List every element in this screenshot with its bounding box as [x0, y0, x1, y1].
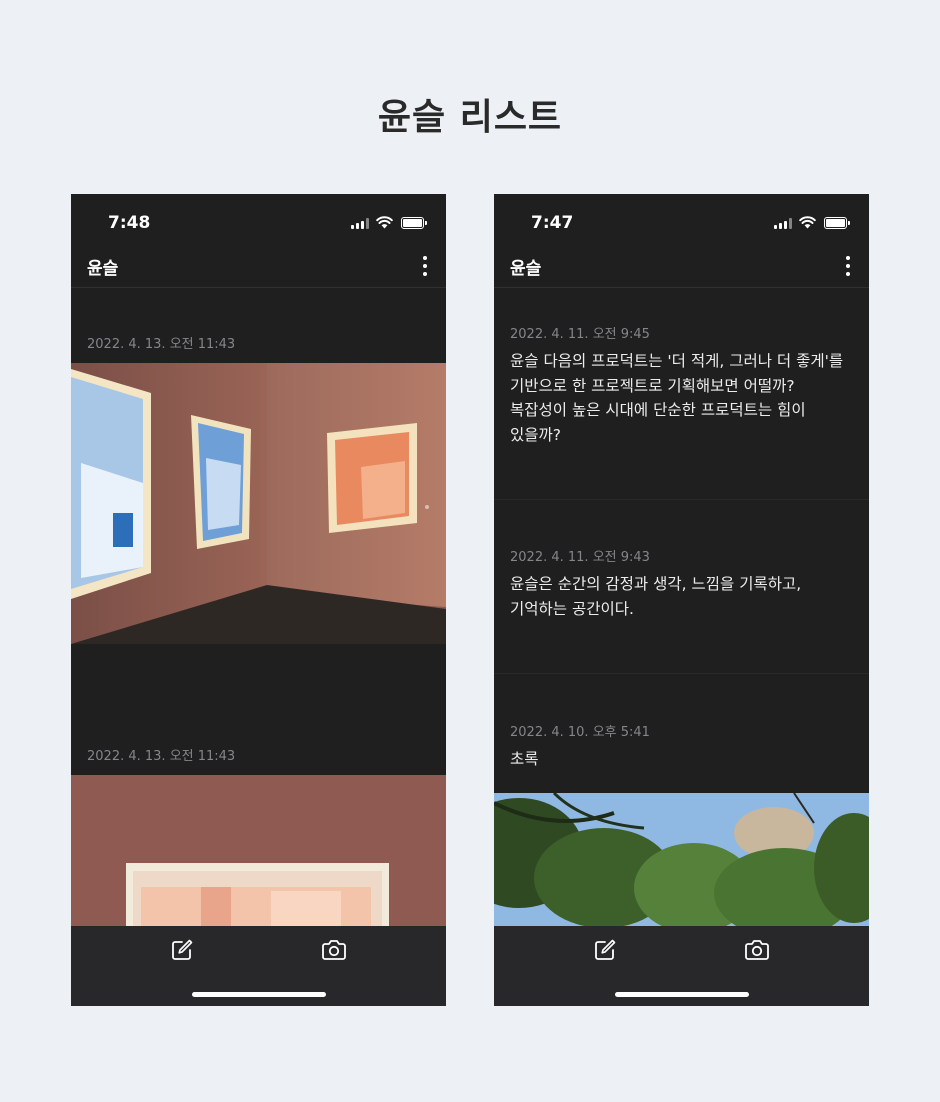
more-vertical-icon[interactable] [845, 256, 851, 276]
status-bar: 7:48 [71, 194, 446, 244]
status-time: 7:47 [531, 213, 574, 233]
post-date: 2022. 4. 13. 오전 11:43 [87, 749, 236, 764]
post-list[interactable]: 2022. 4. 13. 오전 11:43 2022. 4. 13. 오전 11… [71, 289, 446, 926]
status-time: 7:48 [108, 213, 151, 233]
wifi-icon [799, 216, 816, 229]
post-date: 2022. 4. 11. 오전 9:43 [510, 550, 650, 565]
bottom-toolbar [494, 926, 869, 1006]
app-bar: 윤슬 [494, 244, 869, 288]
compose-icon[interactable] [593, 938, 617, 962]
phone-screen-photo-list: 7:48 윤슬 2022. 4. 13. 오전 11:43 2022. 4. 1… [71, 194, 446, 1006]
battery-icon [824, 217, 850, 229]
post-list[interactable]: 2022. 4. 11. 오전 9:45 윤슬 다음의 프로덕트는 '더 적게,… [494, 289, 869, 926]
bottom-toolbar [71, 926, 446, 1006]
signal-icon [351, 218, 369, 229]
post-text[interactable]: 윤슬 다음의 프로덕트는 '더 적게, 그러나 더 좋게'를 기반으로 한 프로… [510, 349, 855, 447]
post-photo-artwork[interactable] [71, 775, 446, 926]
post-text[interactable]: 초록 [510, 747, 855, 772]
home-indicator[interactable] [192, 992, 326, 997]
app-title: 윤슬 [87, 259, 119, 279]
post-date: 2022. 4. 11. 오전 9:45 [510, 327, 650, 342]
post-text[interactable]: 윤슬은 순간의 감정과 생각, 느낌을 기록하고, 기억하는 공간이다. [510, 572, 855, 621]
phone-screen-text-list: 7:47 윤슬 2022. 4. 11. 오전 9:45 윤슬 다음의 프로덕트… [494, 194, 869, 1006]
signal-icon [774, 218, 792, 229]
battery-icon [401, 217, 427, 229]
home-indicator[interactable] [615, 992, 749, 997]
status-bar: 7:47 [494, 194, 869, 244]
post-photo-gallery[interactable] [71, 363, 446, 644]
camera-icon[interactable] [744, 938, 770, 962]
more-vertical-icon[interactable] [422, 256, 428, 276]
wifi-icon [376, 216, 393, 229]
compose-icon[interactable] [170, 938, 194, 962]
divider [494, 673, 869, 674]
camera-icon[interactable] [321, 938, 347, 962]
divider [494, 499, 869, 500]
app-bar: 윤슬 [71, 244, 446, 288]
post-date: 2022. 4. 10. 오후 5:41 [510, 725, 650, 740]
post-date: 2022. 4. 13. 오전 11:43 [87, 337, 236, 352]
app-title: 윤슬 [510, 259, 542, 279]
page-title: 윤슬 리스트 [377, 97, 563, 138]
post-photo-trees[interactable] [494, 793, 869, 926]
